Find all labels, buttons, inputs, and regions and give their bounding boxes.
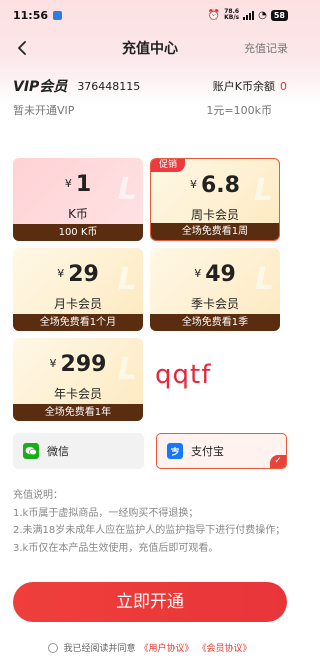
- plan-card-season[interactable]: L ¥49 季卡会员 全场免费看1季: [150, 248, 280, 331]
- plan-card-kcoin[interactable]: L ¥1 K币 100 K币: [13, 158, 143, 241]
- plan-footer: 全场免费看1季: [150, 314, 280, 331]
- plan-price-value: 6.8: [201, 173, 240, 198]
- chevron-left-icon: [18, 41, 26, 55]
- recharge-record-link[interactable]: 充值记录: [244, 40, 288, 56]
- plan-card-month[interactable]: L ¥29 月卡会员 全场免费看1个月: [13, 248, 143, 331]
- alarm-icon: ⏰: [207, 9, 221, 21]
- signal-icon: [243, 10, 255, 20]
- status-indicators: ⏰ 78.6 KB/s ◔ 58: [208, 9, 288, 21]
- notes-line: 1.k币属于虚拟商品，一经购买不得退换；: [13, 507, 199, 519]
- currency-symbol: ¥: [64, 177, 72, 190]
- plan-name: 月卡会员: [53, 297, 102, 311]
- currency-symbol: ¥: [190, 178, 197, 191]
- app-notification-icon: [53, 10, 63, 20]
- check-icon: ✓: [270, 455, 286, 468]
- status-time: 11:56: [13, 8, 49, 22]
- plan-price-value: 299: [60, 352, 107, 377]
- plan-price-value: 49: [205, 262, 236, 287]
- plan-price-value: 1: [75, 172, 92, 197]
- plan-name: 周卡会员: [190, 208, 239, 222]
- payment-label: 微信: [47, 445, 69, 458]
- plan-price-value: 29: [68, 262, 99, 287]
- battery-icon: 58: [270, 9, 288, 21]
- wifi-icon: ◔: [258, 9, 267, 21]
- status-bar: 11:56 ⏰ 78.6 KB/s ◔ 58: [0, 0, 300, 30]
- network-speed-unit: KB/s: [224, 14, 240, 21]
- plan-name: 季卡会员: [190, 297, 239, 311]
- plan-name: 年卡会员: [53, 387, 102, 401]
- currency-symbol: ¥: [49, 357, 57, 370]
- payment-option-wechat[interactable]: 微信: [13, 433, 144, 469]
- balance-label: 账户K币余额: [212, 80, 275, 93]
- notes-line: 3.k币仅在本产品生效使用，充值后即可观看。: [13, 542, 219, 554]
- plan-card-week[interactable]: L 促销 ¥6.8 周卡会员 全场免费看1周: [150, 158, 280, 241]
- back-button[interactable]: [10, 36, 34, 60]
- currency-symbol: ¥: [57, 267, 65, 280]
- agreement-row: 我已经阅读并同意 《用户协议》 《会员协议》: [0, 641, 300, 654]
- exchange-rate: 1元=100k币: [206, 104, 272, 117]
- plan-card-year[interactable]: L ¥299 年卡会员 全场免费看1年: [13, 338, 143, 421]
- plan-footer: 全场免费看1年: [13, 404, 143, 421]
- plan-price: ¥29: [13, 262, 143, 287]
- plan-price: ¥6.8: [151, 173, 279, 198]
- plan-price: ¥299: [13, 352, 143, 377]
- agreement-checkbox[interactable]: [48, 642, 59, 653]
- currency-symbol: ¥: [194, 267, 202, 280]
- recharge-notes: 充值说明： 1.k币属于虚拟商品，一经购买不得退换； 2.未满18岁未成年人应在…: [13, 487, 293, 557]
- plan-price: ¥49: [150, 262, 280, 287]
- promo-badge: 促销: [151, 159, 186, 172]
- notes-line: 2.未满18岁未成年人应在监护人的监护指导下进行付费操作；: [13, 525, 286, 536]
- plan-price: ¥1: [13, 172, 143, 197]
- nav-bar: 充值中心 充值记录: [0, 30, 300, 66]
- activate-button[interactable]: 立即开通: [13, 582, 287, 622]
- notes-title: 充值说明：: [13, 490, 63, 501]
- wechat-icon: [23, 443, 39, 459]
- network-speed: 78.6 KB/s: [224, 9, 239, 21]
- alipay-icon: [167, 443, 183, 459]
- user-id: 376448115: [77, 79, 141, 93]
- user-agreement-link[interactable]: 《用户协议》: [139, 641, 193, 654]
- plan-name: K币: [68, 207, 88, 221]
- agreement-text: 我已经阅读并同意: [63, 644, 136, 654]
- vip-info-row: VIP会员 376448115 账户K币余额 0: [0, 76, 300, 96]
- plan-footer: 全场免费看1个月: [13, 314, 143, 331]
- vip-title: VIP会员: [13, 79, 68, 95]
- payment-option-alipay[interactable]: 支付宝 ✓: [156, 433, 287, 469]
- handwritten-text: qqtf: [155, 360, 212, 390]
- plan-footer: 全场免费看1周: [151, 223, 279, 240]
- member-agreement-link[interactable]: 《会员协议》: [198, 641, 252, 654]
- vip-status-row: 暂未开通VIP 1元=100k币: [0, 102, 300, 118]
- balance-value: 0: [280, 79, 287, 93]
- plan-footer: 100 K币: [13, 224, 143, 241]
- payment-label: 支付宝: [191, 445, 224, 458]
- vip-status: 暂未开通VIP: [13, 104, 75, 117]
